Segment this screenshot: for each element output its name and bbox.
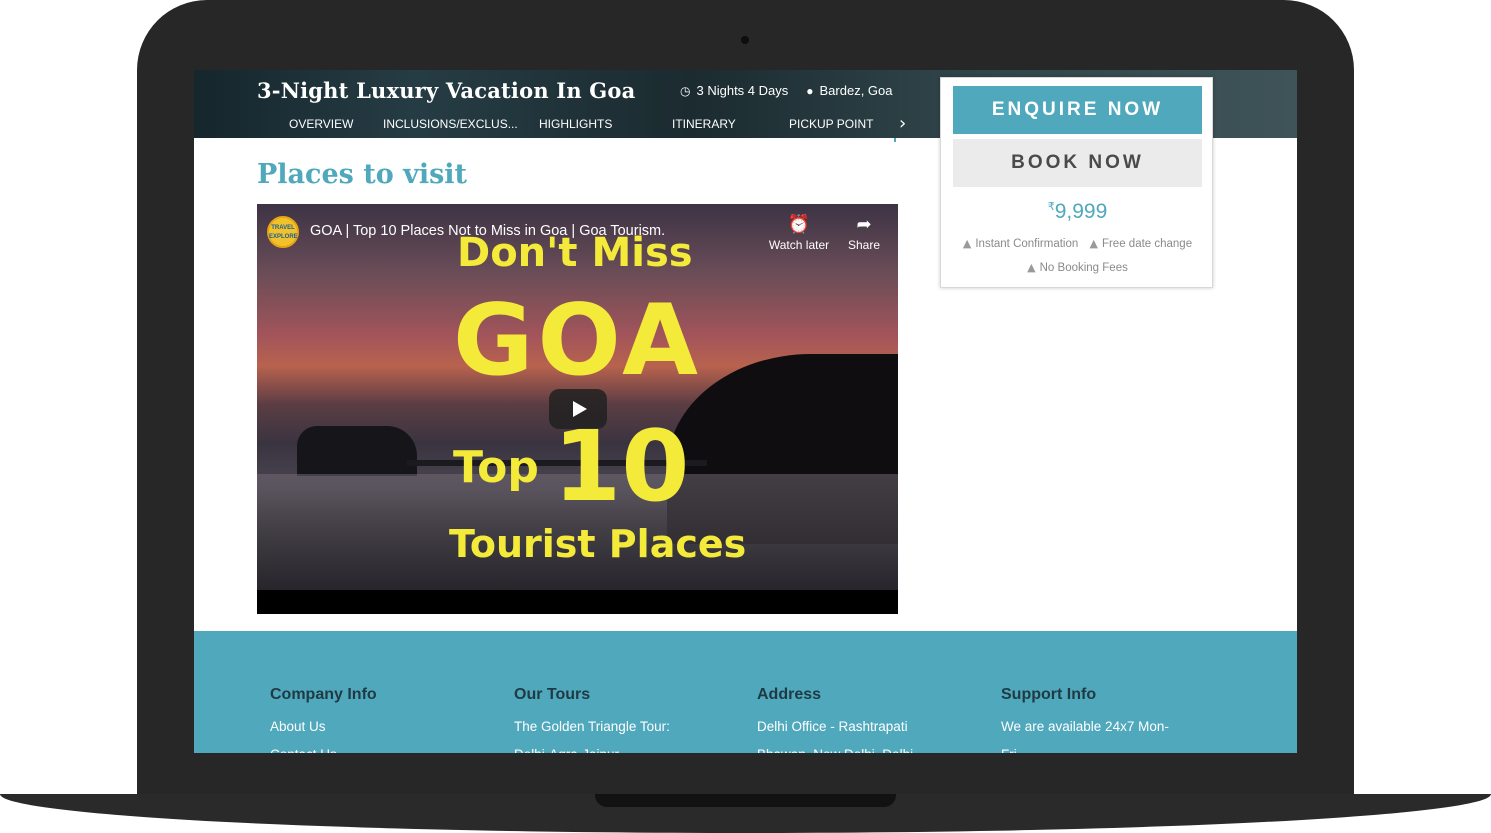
perk-item: ▲ No Booking Fees <box>1027 261 1128 274</box>
tab-overview[interactable]: OVERVIEW <box>289 117 353 131</box>
footer-link-about-us[interactable]: About Us <box>270 713 490 741</box>
chevron-right-icon[interactable]: › <box>899 114 906 134</box>
footer-heading: Company Info <box>270 686 377 703</box>
tab-pickup-point[interactable]: PICKUP POINT <box>789 117 873 131</box>
play-button[interactable] <box>549 389 607 429</box>
screen: 3-Night Luxury Vacation In Goa ◷ 3 Night… <box>194 70 1297 753</box>
laptop-notch <box>595 794 896 807</box>
share-icon: ➦ <box>856 214 872 235</box>
map-pin-icon: ● <box>806 83 814 98</box>
channel-avatar[interactable]: TRAVEL EXPLORE <box>267 216 299 248</box>
footer-link-golden-triangle[interactable]: The Golden Triangle Tour: <box>514 713 734 741</box>
thumbs-up-icon: ▲ <box>962 237 972 250</box>
clock-icon: ⏰ <box>787 214 811 235</box>
thumbs-up-icon: ▲ <box>1089 237 1098 250</box>
footer-column-company: Company Info About Us Contact Us <box>270 686 490 753</box>
perk-item: ▲ Free date change <box>1089 237 1193 250</box>
footer-column-support: Support Info We are available 24x7 Mon- … <box>1001 686 1221 753</box>
footer-support-text: Fri <box>1001 741 1221 753</box>
active-tab-indicator <box>894 138 896 142</box>
footer: Company Info About Us Contact Us Our Tou… <box>194 631 1297 753</box>
booking-card: ENQUIRE NOW BOOK NOW ₹9,999 ▲ Instant Con… <box>940 77 1213 288</box>
share-label: Share <box>847 238 881 252</box>
currency-symbol: ₹ <box>1047 201 1055 213</box>
footer-support-text: We are available 24x7 Mon- <box>1001 719 1169 734</box>
tab-itinerary[interactable]: ITINERARY <box>672 117 736 131</box>
video-title[interactable]: GOA | Top 10 Places Not to Miss in Goa |… <box>310 223 665 239</box>
play-icon <box>573 401 587 417</box>
location-text: Bardez, Goa <box>819 83 893 98</box>
thumbnail-text: Tourist Places <box>449 522 747 566</box>
footer-address-line: Bhawan, New Delhi, Delhi <box>757 741 977 753</box>
thumbs-up-icon: ▲ <box>1027 261 1036 274</box>
perks-list: ▲ Instant Confirmation ▲ Free date change … <box>941 232 1214 280</box>
package-title: 3-Night Luxury Vacation In Goa <box>257 78 636 103</box>
perk-item: ▲ Instant Confirmation <box>962 237 1079 250</box>
footer-link-contact-us[interactable]: Contact Us <box>270 741 490 753</box>
footer-link-tour[interactable]: Delhi-Agra-Jaipur <box>514 741 734 753</box>
clock-icon: ◷ <box>680 83 691 98</box>
tab-inclusions[interactable]: INCLUSIONS/EXCLUS... <box>383 117 518 131</box>
footer-heading: Our Tours <box>514 686 591 703</box>
thumbnail-text: GOA <box>453 284 702 398</box>
price: ₹9,999 <box>941 200 1214 224</box>
footer-address-line: Delhi Office - Rashtrapati <box>757 719 908 734</box>
video-player[interactable]: Don't Miss GOA Top 10 Tourist Places TRA… <box>257 204 898 614</box>
section-title: Places to visit <box>257 159 468 190</box>
footer-heading: Address <box>757 686 822 703</box>
watch-later-label: Watch later <box>768 238 830 252</box>
footer-column-address: Address Delhi Office - Rashtrapati Bhawa… <box>757 686 977 753</box>
section-tabs: OVERVIEW INCLUSIONS/EXCLUS... HIGHLIGHTS… <box>194 117 924 137</box>
footer-column-tours: Our Tours The Golden Triangle Tour: Delh… <box>514 686 734 753</box>
webcam <box>741 36 749 44</box>
tab-highlights[interactable]: HIGHLIGHTS <box>539 117 612 131</box>
package-meta: ◷ 3 Nights 4 Days ● Bardez, Goa <box>680 83 893 98</box>
enquire-now-button[interactable]: ENQUIRE NOW <box>953 86 1202 134</box>
share-button[interactable]: ➦ Share <box>829 214 898 252</box>
thumbnail-text: Top <box>453 442 539 493</box>
duration-text: 3 Nights 4 Days <box>696 83 789 98</box>
price-value: 9,999 <box>1054 200 1108 223</box>
footer-heading: Support Info <box>1001 686 1097 703</box>
book-now-button[interactable]: BOOK NOW <box>953 139 1202 187</box>
watch-later-button[interactable]: ⏰ Watch later <box>764 214 834 252</box>
